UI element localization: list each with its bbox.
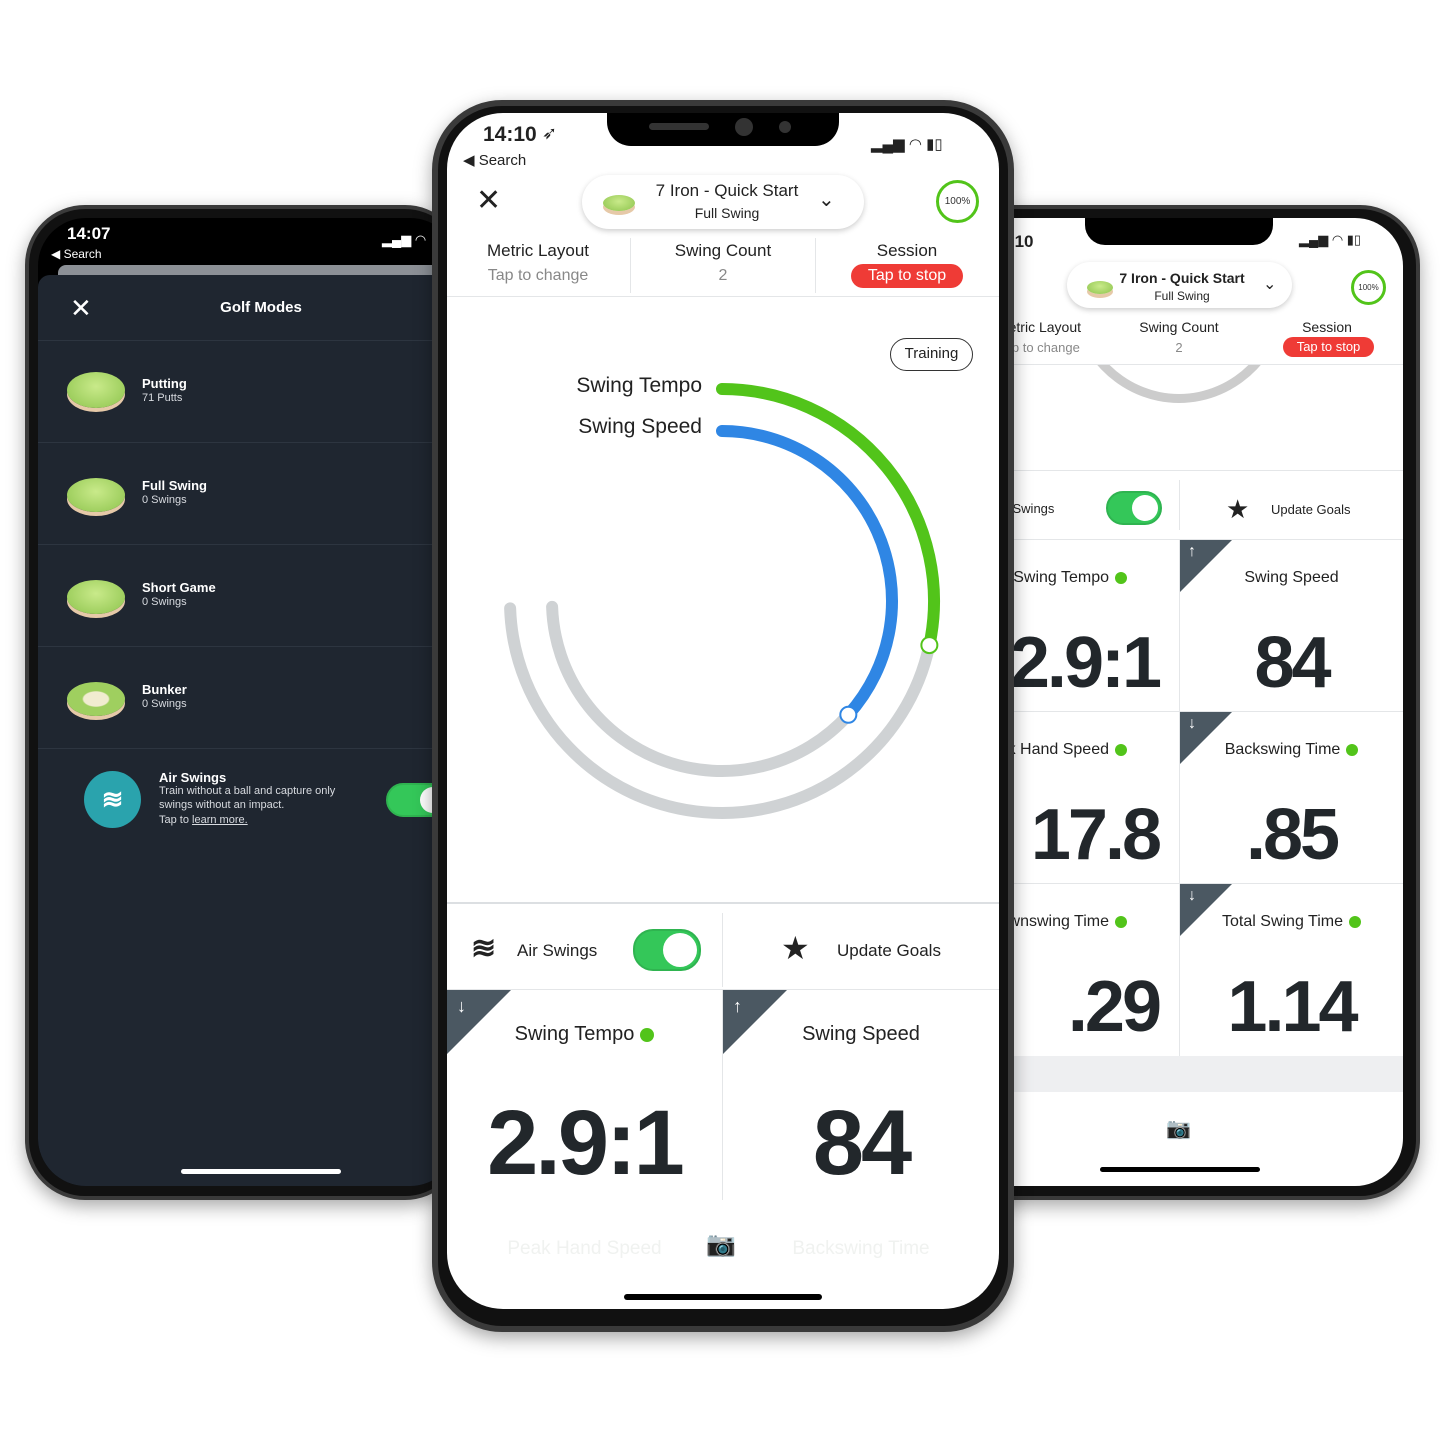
arrow-down-icon: ↓ — [457, 996, 466, 1016]
sheet-title: Golf Modes — [220, 299, 302, 316]
goal-dot — [1348, 915, 1361, 928]
swing-count-value: 2 — [1175, 340, 1183, 355]
metric-value: 84 — [812, 1092, 912, 1194]
metric-value: 1.14 — [1227, 967, 1358, 1047]
metric-label: Swing Speed — [1244, 569, 1339, 586]
putting-green-icon — [67, 372, 125, 408]
home-indicator — [1100, 1167, 1260, 1172]
mode-count: 0 Swings — [142, 698, 187, 710]
camera-icon[interactable]: 📷 — [706, 1230, 736, 1259]
metric-label: Swing Tempo — [514, 1023, 635, 1045]
swing-count-label: Swing Count — [1139, 319, 1219, 335]
faded-metric-label: Backswing Time — [792, 1238, 930, 1259]
signal-wifi-icon: ▂▄▆ ◠ — [382, 232, 427, 247]
air-swings-toggle[interactable] — [633, 929, 701, 971]
sheet: ✕ Golf Modes Putting 71 Putts Full Swing… — [38, 275, 458, 1186]
home-indicator — [624, 1294, 822, 1300]
metric-value: .85 — [1245, 795, 1340, 875]
swing-gauge — [504, 383, 940, 819]
arrow-up-icon: ↑ — [733, 996, 742, 1016]
star-icon: ★ — [781, 930, 810, 966]
metric-value: 84 — [1254, 623, 1331, 703]
goal-dot — [1115, 571, 1127, 584]
club-mode: Full Swing — [1154, 289, 1210, 303]
update-goals-button[interactable]: Update Goals — [1271, 502, 1351, 517]
speed-marker — [839, 705, 858, 724]
sensor-battery-ring: 100% — [1351, 270, 1386, 305]
mode-name: Short Game — [142, 580, 216, 595]
faded-metric-label: Peak Hand Speed — [507, 1238, 662, 1259]
learn-more-link[interactable]: learn more. — [192, 814, 248, 826]
metrics-grid-screen: 14:10 ▂▄▆ ◠ ▮▯ 7 Iron - Quick Start Full… — [963, 218, 1403, 1186]
air-swings-label: Air Swings — [517, 941, 598, 960]
air-swings-toggle[interactable] — [1106, 491, 1162, 525]
mode-count: 0 Swings — [142, 596, 187, 608]
air-swings-icon: ≋ — [471, 932, 497, 965]
metric-label: Swing Tempo — [1013, 569, 1109, 586]
metric-label: Total Swing Time — [1222, 913, 1343, 930]
star-icon: ★ — [1226, 494, 1250, 524]
fairway-icon — [67, 478, 125, 512]
back-to-search[interactable]: ◀ Search — [51, 247, 102, 261]
status-time: 14:07 — [67, 224, 111, 243]
short-game-green-icon — [67, 580, 125, 614]
metric-value: 2.9:1 — [487, 1092, 685, 1194]
mode-name: Putting — [142, 376, 187, 391]
metric-label: Backswing Time — [1224, 741, 1341, 758]
golf-modes-screen: 14:07 ◀ Search ▂▄▆ ◠ ✕ Golf Modes Puttin… — [38, 218, 458, 1186]
goal-dot — [1115, 915, 1127, 928]
stop-session-button[interactable]: Tap to stop — [1283, 337, 1374, 357]
goal-dot — [640, 1027, 655, 1042]
mode-count: 0 Swings — [142, 494, 187, 506]
gauge-track-partial — [1069, 365, 1289, 403]
mode-name: Bunker — [142, 682, 187, 697]
club-title: 7 Iron - Quick Start — [1119, 270, 1245, 286]
metric-label: Swing Speed — [802, 1023, 920, 1045]
bunker-icon — [67, 682, 125, 716]
arrow-down-icon: ↓ — [1188, 887, 1196, 904]
mode-count: 71 Putts — [142, 392, 183, 404]
update-goals-button[interactable]: Update Goals — [837, 941, 941, 961]
grid-footer — [963, 1056, 1403, 1092]
club-selector[interactable]: 7 Iron - Quick Start Full Swing ⌄ — [1067, 262, 1292, 308]
home-indicator — [181, 1169, 341, 1174]
camera-icon[interactable]: 📷 — [1166, 1116, 1191, 1141]
notch — [1085, 218, 1273, 245]
session-label: Session — [1302, 319, 1352, 335]
goal-dot — [1346, 743, 1359, 756]
arrow-up-icon: ↑ — [1188, 543, 1196, 560]
mode-name: Full Swing — [142, 478, 207, 493]
tempo-arc — [716, 383, 940, 652]
goal-dot — [1115, 743, 1127, 756]
speed-track-arc — [546, 600, 855, 777]
arrow-down-icon: ↓ — [1188, 715, 1196, 732]
air-swings-title: Air Swings — [159, 770, 227, 785]
air-swings-desc: swings without an impact. — [159, 799, 285, 811]
air-swings-icon: ≋ — [84, 771, 141, 828]
status-icons: ▂▄▆ ◠ ▮▯ — [1299, 232, 1362, 247]
air-swings-tap: Tap to learn more. — [159, 814, 248, 826]
tempo-marker — [920, 636, 939, 655]
tempo-track-arc — [504, 602, 936, 819]
live-swing-screen: 14:10 ➶ ◀ Search ▂▄▆ ◠ ▮▯ ✕ 7 Iron - Qui… — [447, 113, 999, 1309]
close-icon[interactable]: ✕ — [70, 293, 92, 324]
air-swings-desc: Train without a ball and capture only — [159, 785, 336, 797]
speed-arc — [716, 425, 898, 721]
chevron-down-icon: ⌄ — [1263, 276, 1277, 293]
